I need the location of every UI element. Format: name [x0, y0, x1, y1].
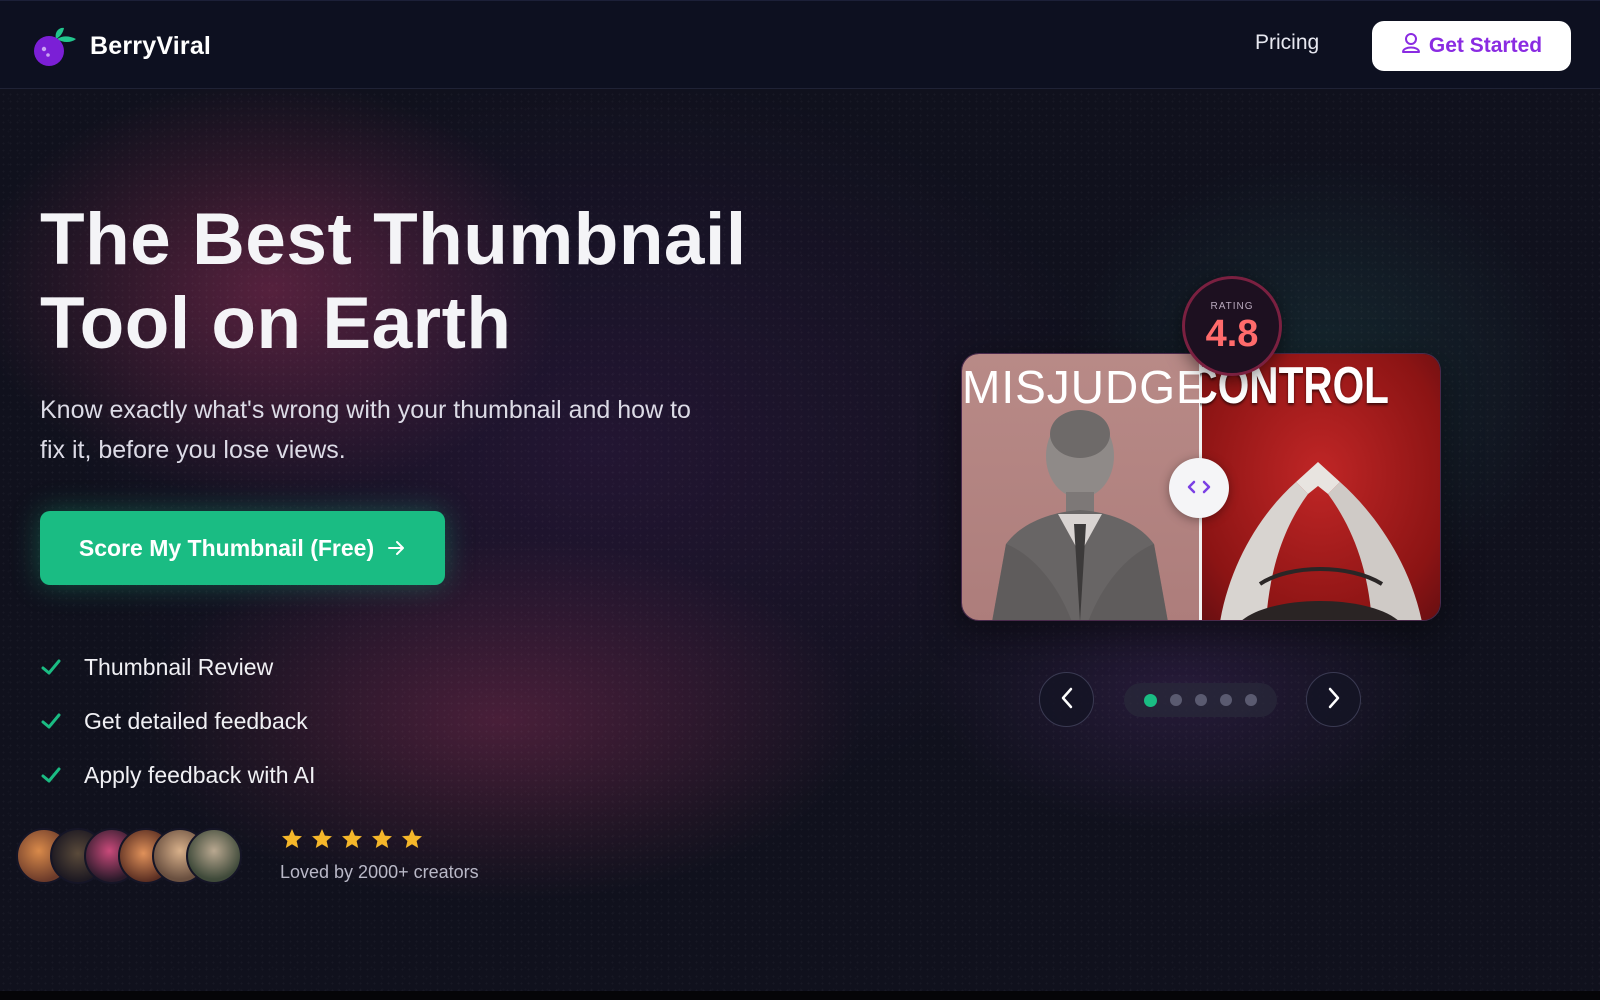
- get-started-button[interactable]: Get Started: [1372, 21, 1571, 71]
- chevron-right-icon: [1327, 687, 1341, 713]
- star-icon: [370, 827, 394, 851]
- creator-avatars: [16, 828, 248, 884]
- star-icon: [340, 827, 364, 851]
- carousel-next-button[interactable]: [1306, 672, 1361, 727]
- check-icon: [40, 764, 62, 786]
- check-icon: [40, 656, 62, 678]
- score-thumbnail-label: Score My Thumbnail (Free): [78, 534, 375, 561]
- star-icon: [310, 827, 334, 851]
- feature-list: Thumbnail Review Get detailed feedback A…: [40, 640, 315, 802]
- rating-badge: RATING 4.8: [1182, 276, 1282, 376]
- page-bottom-edge: [0, 991, 1600, 1000]
- top-navbar: BerryViral Pricing Get Started: [0, 0, 1600, 89]
- feature-item: Thumbnail Review: [40, 640, 315, 694]
- carousel-dot[interactable]: [1220, 694, 1232, 706]
- brand-link[interactable]: BerryViral: [32, 25, 211, 67]
- hero-title-line-1: The Best Thumbnail: [40, 199, 747, 280]
- before-overlay-text: MISJUDGED: [962, 361, 1200, 413]
- hero-subtitle-line-2: fix it, before you lose views.: [40, 436, 346, 464]
- carousel-prev-button[interactable]: [1039, 672, 1094, 727]
- star-icon: [400, 827, 424, 851]
- chevron-left-icon: [1060, 687, 1074, 713]
- user-icon: [1401, 32, 1421, 60]
- nav-link-pricing[interactable]: Pricing: [1255, 31, 1319, 55]
- carousel-pagination: [1124, 683, 1277, 717]
- carousel-dot[interactable]: [1170, 694, 1182, 706]
- carousel-dot[interactable]: [1144, 693, 1157, 707]
- hero-title: The Best Thumbnail Tool on Earth: [40, 198, 800, 366]
- hero-title-line-2: Tool on Earth: [40, 283, 512, 364]
- check-icon: [40, 710, 62, 732]
- score-thumbnail-button[interactable]: Score My Thumbnail (Free): [40, 511, 445, 585]
- code-brackets-icon: [1186, 479, 1212, 498]
- feature-item: Apply feedback with AI: [40, 748, 315, 802]
- hero-subtitle: Know exactly what's wrong with your thum…: [40, 390, 760, 470]
- feature-label: Get detailed feedback: [84, 707, 308, 734]
- carousel-dot[interactable]: [1245, 694, 1257, 706]
- rating-label: RATING: [1210, 300, 1254, 312]
- get-started-label: Get Started: [1428, 34, 1543, 57]
- feature-label: Apply feedback with AI: [84, 761, 316, 788]
- berry-logo-icon: [32, 25, 80, 67]
- feature-label: Thumbnail Review: [84, 653, 274, 680]
- star-icon: [280, 827, 304, 851]
- star-rating: [280, 827, 424, 851]
- comparison-slider-handle[interactable]: [1169, 458, 1229, 518]
- arrow-right-icon: [388, 535, 406, 562]
- avatar: [186, 828, 242, 884]
- carousel-dot[interactable]: [1195, 694, 1207, 706]
- social-proof-caption: Loved by 2000+ creators: [280, 862, 479, 882]
- brand-name: BerryViral: [90, 31, 212, 60]
- feature-item: Get detailed feedback: [40, 694, 315, 748]
- hero-subtitle-line-1: Know exactly what's wrong with your thum…: [40, 396, 691, 424]
- rating-value: 4.8: [1205, 312, 1259, 355]
